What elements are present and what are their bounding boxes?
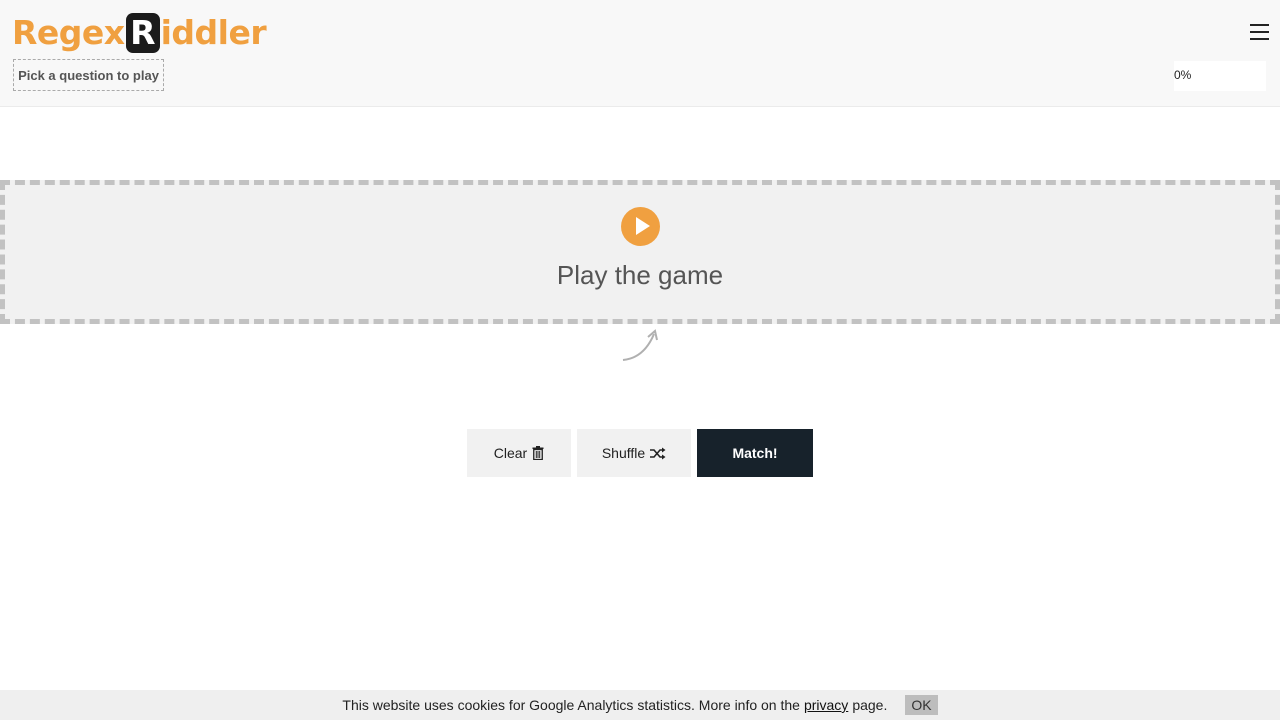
cookie-text-end: page. xyxy=(852,697,888,713)
play-area[interactable] xyxy=(0,180,1280,324)
logo-text-right: iddler xyxy=(160,13,267,52)
privacy-link[interactable]: privacy xyxy=(804,697,848,713)
shuffle-button[interactable]: Shuffle xyxy=(577,429,691,477)
play-icon[interactable] xyxy=(621,207,660,246)
shuffle-label: Shuffle xyxy=(601,445,646,461)
logo-text-left: Regex xyxy=(12,13,125,52)
cookie-text: This website uses cookies for Google Ana… xyxy=(342,697,800,713)
pick-question-button[interactable]: Pick a question to play xyxy=(13,59,164,91)
cookie-bar: This website uses cookies for Google Ana… xyxy=(0,690,1280,720)
progress-percent: 0% xyxy=(1174,68,1192,82)
cookie-ok-button[interactable]: OK xyxy=(905,695,938,715)
curved-arrow-icon xyxy=(622,329,658,361)
clear-button[interactable]: Clear xyxy=(467,429,571,477)
clear-label: Clear xyxy=(493,445,528,461)
play-label[interactable]: Play the game xyxy=(0,260,1280,291)
header: Regex R iddler Pick a question to play 0… xyxy=(0,0,1280,107)
trash-icon xyxy=(532,446,544,460)
logo-badge: R xyxy=(125,13,160,53)
match-button[interactable]: Match! xyxy=(697,429,813,477)
hamburger-menu-icon[interactable] xyxy=(1250,24,1269,43)
shuffle-icon xyxy=(650,447,666,460)
logo[interactable]: Regex R iddler xyxy=(12,12,267,54)
progress-bar: 0% xyxy=(1174,61,1266,91)
